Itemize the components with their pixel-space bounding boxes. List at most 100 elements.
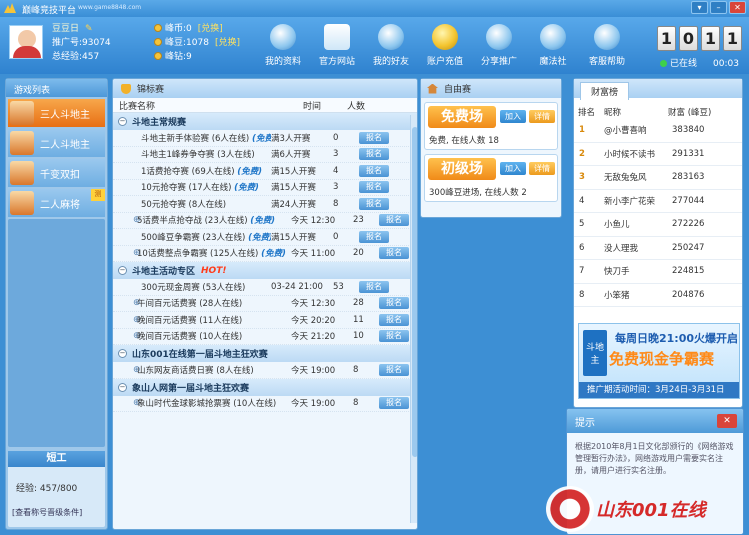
expand-icon[interactable]: ⊕ (113, 315, 141, 325)
signup-button[interactable]: 报名 (359, 280, 389, 293)
wealth-name[interactable]: 小笨猪 (596, 289, 672, 301)
match-count: 23 (353, 215, 364, 226)
expand-icon[interactable]: ⊕ (113, 215, 141, 225)
wealth-name[interactable]: 无敌兔兔风 (596, 171, 672, 183)
nav-magic[interactable]: 魔法社 (526, 17, 580, 74)
match-count: 8 (333, 198, 339, 209)
match-row[interactable]: ⊕ 午间百元话费赛 (28人在线) 今天 12:30 28 报名 (113, 296, 417, 312)
signup-button[interactable]: 报名 (359, 164, 389, 177)
rank-condition-link[interactable]: [查看称号晋级条件] (12, 507, 82, 518)
dropdown-icon[interactable]: ▾ (691, 1, 708, 14)
match-row[interactable]: 500峰豆争霸赛 (23人在线) (免费) 满15人开赛 0 报名 (113, 229, 417, 246)
match-row[interactable]: ⊕ 山东网友商话费日赛 (8人在线) 今天 19:00 8 报名 (113, 362, 417, 379)
join-button[interactable]: 加入 (500, 162, 526, 175)
match-row[interactable]: ⊕ 晚间百元话费赛 (11人在线) 今天 20:20 11 报名 (113, 312, 417, 329)
signup-button[interactable]: 报名 (379, 397, 409, 410)
signup-button[interactable]: 报名 (379, 247, 409, 260)
tab-wealth[interactable]: 财富榜 (580, 82, 630, 100)
tab-tournament[interactable]: 锦标赛 (113, 79, 417, 98)
wealth-rank: 7 (579, 266, 585, 277)
edit-icon[interactable]: ✎ (85, 22, 93, 36)
signup-button[interactable]: 报名 (379, 363, 409, 376)
match-name-text: 1话费抢夺赛 (69人在线) (141, 166, 235, 177)
wealth-name[interactable]: 小鱼儿 (596, 218, 672, 230)
wealth-name[interactable]: 没人理我 (596, 242, 672, 254)
exchange-gold-link[interactable]: [兑换] (215, 38, 240, 48)
match-row[interactable]: 10元抢夺赛 (17人在线) (免费) 满15人开赛 3 报名 (113, 180, 417, 196)
match-row[interactable]: 300元现金周赛 (53人在线) 03-24 21:00 53 报名 (113, 279, 417, 296)
title-bar: 巅峰竞技平台 www.game8848.com ▾ – ✕ (0, 0, 749, 17)
match-row[interactable]: ⊕ 5话费半点抢夺战 (23人在线) (免费) 今天 12:30 23 报名 (113, 213, 417, 229)
signup-button[interactable]: 报名 (379, 313, 409, 326)
free-tag: (免费) (261, 249, 286, 260)
expand-icon[interactable]: ⊕ (113, 248, 141, 258)
signup-button[interactable]: 报名 (379, 330, 409, 343)
match-group-header[interactable]: − 斗地主活动专区 HOT! (113, 262, 417, 279)
match-row[interactable]: ⊕ 晚间百元话费赛 (10人在线) 今天 21:20 10 报名 (113, 329, 417, 345)
match-count: 3 (333, 182, 339, 193)
room-title: 初级场 (428, 158, 496, 180)
wealth-name[interactable]: 小时候不读书 (596, 148, 672, 160)
join-button[interactable]: 加入 (500, 110, 526, 123)
match-group-header[interactable]: − 象山人网第一届斗地主狂欢赛 (113, 378, 417, 396)
nav-official-site[interactable]: 官方网站 (310, 17, 364, 74)
nav-recharge[interactable]: 账户充值 (418, 17, 472, 74)
signup-button[interactable]: 报名 (359, 131, 389, 144)
game-item-two-landlord[interactable]: 二人斗地主 (8, 129, 105, 157)
scroll-thumb[interactable] (412, 127, 417, 457)
match-name-text: 斗地主新手体验赛 (6人在线) (141, 133, 250, 144)
nav-friends[interactable]: 我的好友 (364, 17, 418, 74)
tab-free-match[interactable]: 自由赛 (421, 79, 561, 98)
match-row[interactable]: ⊕ 象山时代金球影城抢票赛 (10人在线) 今天 19:00 8 报名 (113, 396, 417, 412)
match-name-text: 5话费半点抢夺战 (23人在线) (137, 216, 248, 227)
tab-label: 锦标赛 (137, 85, 165, 95)
collapse-icon[interactable]: − (118, 117, 127, 126)
match-time: 满3人开赛 (271, 133, 311, 144)
game-item-three-landlord[interactable]: 三人斗地主 (8, 99, 105, 127)
expand-icon[interactable]: ⊕ (113, 365, 141, 375)
signup-button[interactable]: 报名 (359, 230, 389, 243)
signup-button[interactable]: 报名 (359, 197, 389, 210)
match-count: 11 (353, 314, 364, 325)
expand-icon[interactable]: ⊕ (113, 398, 141, 408)
promo-banner[interactable]: 斗地主 每周日晚21:00火爆开启 免费现金争霸赛 推广期活动时间：3月24日-… (578, 323, 740, 399)
game-item-double-deck[interactable]: 千变双扣 (8, 159, 105, 187)
nav-share[interactable]: 分享推广 (472, 17, 526, 74)
expand-icon[interactable]: ⊕ (113, 331, 141, 341)
header: 豆豆日 ✎ 推广号:93074 总经验:457 峰币:0 [兑换] 峰豆:1078 [… (0, 17, 749, 74)
collapse-icon[interactable]: − (118, 266, 127, 275)
nav-my-profile[interactable]: 我的资料 (256, 17, 310, 74)
match-scrollbar[interactable] (410, 115, 417, 523)
match-row[interactable]: 斗地主1峰券争夺赛 (3人在线) 满6人开赛 3 报名 (113, 147, 417, 163)
match-name-text: 斗地主1峰券争夺赛 (3人在线) (141, 150, 255, 161)
match-row[interactable]: ⊕ 10话费整点争霸赛 (125人在线) (免费) 今天 11:00 20 报名 (113, 246, 417, 262)
game-item-mahjong[interactable]: 二人麻将测 (8, 189, 105, 217)
signup-button[interactable]: 报名 (359, 181, 389, 194)
signup-button[interactable]: 报名 (379, 297, 409, 310)
collapse-icon[interactable]: − (118, 349, 127, 358)
close-icon[interactable]: ✕ (729, 1, 746, 14)
wealth-name[interactable]: @小曹喜响 (596, 124, 672, 136)
nav-support[interactable]: 客服帮助 (580, 17, 634, 74)
minimize-icon[interactable]: – (710, 1, 727, 14)
signup-button[interactable]: 报名 (379, 214, 409, 227)
match-row[interactable]: 斗地主新手体验赛 (6人在线) (免费)满3人开赛 0 报名 (113, 130, 417, 147)
detail-button[interactable]: 详情 (529, 162, 555, 175)
signup-button[interactable]: 报名 (359, 148, 389, 161)
wealth-rank: 5 (579, 219, 585, 230)
match-group-header[interactable]: − 山东001在线第一届斗地主狂欢赛 (113, 345, 417, 362)
match-group-header[interactable]: − 斗地主常规赛 (113, 113, 417, 130)
expand-icon[interactable]: ⊕ (113, 298, 141, 308)
wealth-name[interactable]: 快刀手 (596, 265, 672, 277)
exchange-coin-link[interactable]: [兑换] (198, 24, 223, 34)
match-row[interactable]: 50元抢夺赛 (8人在线) 满24人开赛 8 报名 (113, 196, 417, 213)
avatar[interactable] (9, 25, 43, 59)
wealth-name[interactable]: 新小李广花荣 (596, 195, 672, 207)
collapse-icon[interactable]: − (118, 382, 127, 392)
detail-button[interactable]: 详情 (529, 110, 555, 123)
match-time: 满15人开赛 (271, 166, 316, 177)
exp-progress-text: 经验: 457/800 (16, 484, 78, 494)
popup-close-icon[interactable]: ✕ (717, 414, 737, 428)
match-row[interactable]: 1话费抢夺赛 (69人在线) (免费) 满15人开赛 4 报名 (113, 163, 417, 180)
col-name: 比赛名称 (119, 101, 156, 112)
